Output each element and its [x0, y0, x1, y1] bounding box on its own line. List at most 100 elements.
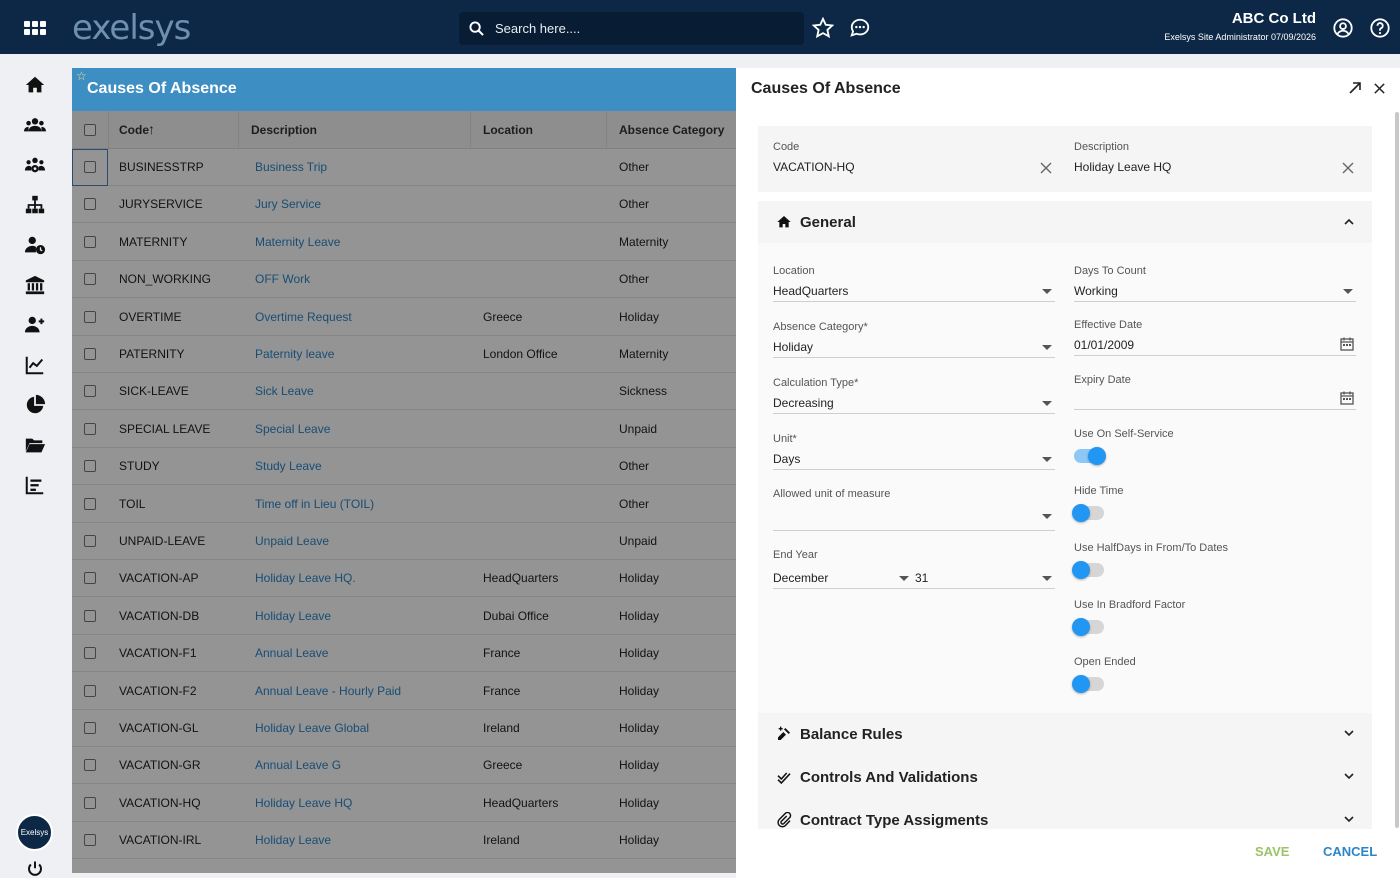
allowed-unit-dropdown-icon[interactable]	[1042, 514, 1052, 519]
row-checkbox[interactable]	[84, 198, 96, 211]
row-checkbox[interactable]	[84, 310, 96, 323]
row-checkbox[interactable]	[84, 535, 96, 547]
end-year-month-dropdown-icon[interactable]	[899, 576, 909, 581]
star-icon[interactable]	[812, 17, 834, 39]
sort-ascending-icon[interactable]: ↑	[148, 121, 155, 137]
chevron-down-icon[interactable]	[1344, 730, 1354, 737]
row-checkbox[interactable]	[84, 348, 96, 360]
help-icon[interactable]	[1369, 17, 1391, 39]
unit-dropdown-icon[interactable]	[1042, 457, 1052, 462]
use-halfdays-toggle[interactable]	[1072, 561, 1104, 579]
cell-description-link[interactable]: Business Trip	[255, 160, 327, 174]
general-section-header[interactable]: General	[758, 201, 1372, 244]
folder-open-icon[interactable]	[24, 434, 46, 456]
cell-description-link[interactable]: Annual Leave	[255, 646, 328, 660]
table-row[interactable]: VACATION-F2 Annual Leave - Hourly Paid Fra…	[72, 673, 736, 710]
row-checkbox[interactable]	[84, 684, 96, 697]
use-bradford-toggle[interactable]	[1072, 618, 1104, 636]
cell-description-link[interactable]: Annual Leave G	[255, 758, 341, 772]
table-row[interactable]: VACATION-F1 Annual Leave France Holiday	[72, 635, 736, 673]
row-checkbox[interactable]	[84, 422, 96, 435]
use-self-service-toggle[interactable]	[1074, 447, 1106, 465]
end-year-day-dropdown-icon[interactable]	[1042, 576, 1052, 581]
end-year-day-select[interactable]: 31	[915, 571, 928, 585]
select-all-checkbox[interactable]	[84, 124, 96, 136]
table-row[interactable]: VACATION-HQ Holiday Leave HQ HeadQuarters H…	[72, 785, 736, 822]
cancel-button[interactable]: CANCEL	[1323, 844, 1377, 859]
table-row[interactable]: PATERNITY Paternity leave London Office Mat…	[72, 336, 736, 373]
calculation-type-dropdown-icon[interactable]	[1042, 401, 1052, 406]
bar-list-icon[interactable]	[24, 474, 46, 496]
user-clock-icon[interactable]	[24, 234, 46, 256]
row-checkbox[interactable]	[84, 385, 96, 398]
logo[interactable]: exelsys	[72, 8, 191, 48]
table-row[interactable]: VACATION-DB Holiday Leave Dubai Office Holi…	[72, 598, 736, 635]
location-select[interactable]: HeadQuarters	[773, 284, 848, 298]
allowed-unit-select[interactable]	[773, 507, 1033, 522]
table-row[interactable]: SPECIAL LEAVE Special Leave Unpaid	[72, 411, 736, 448]
code-field[interactable]: VACATION-HQ	[773, 160, 855, 174]
chevron-down-icon[interactable]	[1344, 816, 1354, 823]
user-add-icon[interactable]	[24, 314, 46, 336]
chevron-up-icon[interactable]	[1344, 218, 1354, 225]
favorite-star-icon[interactable]: ☆	[76, 69, 87, 83]
cell-description-link[interactable]: Holiday Leave HQ	[255, 796, 352, 810]
chevron-down-icon[interactable]	[1344, 773, 1354, 780]
absence-category-select[interactable]: Holiday	[773, 340, 813, 354]
cell-description-link[interactable]: Paternity leave	[255, 347, 334, 361]
location-dropdown-icon[interactable]	[1042, 289, 1052, 294]
people-icon[interactable]	[24, 114, 46, 136]
clear-description-icon[interactable]	[1342, 162, 1354, 174]
cell-description-link[interactable]: Unpaid Leave	[255, 534, 329, 548]
bank-icon[interactable]	[24, 274, 46, 296]
cell-description-link[interactable]: Holiday Leave HQ.	[255, 571, 356, 585]
cell-description-link[interactable]: Holiday Leave	[255, 609, 331, 623]
table-row[interactable]: TOIL Time off in Lieu (TOIL) Other	[72, 486, 736, 523]
cell-description-link[interactable]: Special Leave	[255, 422, 330, 436]
scrollbar[interactable]	[1395, 112, 1399, 828]
cell-description-link[interactable]: Overtime Request	[255, 310, 352, 324]
power-icon[interactable]	[26, 860, 44, 878]
column-header-code[interactable]: Code	[119, 123, 149, 137]
org-chart-icon[interactable]	[24, 194, 46, 216]
effective-date-input[interactable]: 01/01/2009	[1074, 338, 1134, 352]
column-header-location[interactable]: Location	[483, 123, 533, 137]
row-checkbox[interactable]	[84, 273, 96, 286]
open-in-new-icon[interactable]	[1348, 81, 1362, 95]
table-row[interactable]: STUDY Study Leave Other	[72, 448, 736, 486]
open-ended-toggle[interactable]	[1072, 675, 1104, 693]
cell-description-link[interactable]: Annual Leave - Hourly Paid	[255, 684, 401, 698]
apps-grid-icon[interactable]	[24, 21, 46, 35]
clear-code-icon[interactable]	[1040, 162, 1052, 174]
cell-description-link[interactable]: Study Leave	[255, 459, 322, 473]
row-checkbox[interactable]	[84, 759, 96, 772]
row-checkbox[interactable]	[84, 572, 96, 585]
table-row[interactable]: NON_WORKING OFF Work Other	[72, 261, 736, 299]
pie-chart-icon[interactable]	[24, 394, 46, 416]
controls-section-header[interactable]: Controls And Validations	[758, 756, 1372, 799]
search-input[interactable]	[495, 12, 795, 45]
row-checkbox[interactable]	[84, 796, 96, 809]
table-row[interactable]: VACATION-GR Annual Leave G Greece Holiday	[72, 747, 736, 785]
table-row[interactable]: OVERTIME Overtime Request Greece Holiday	[72, 299, 736, 336]
expiry-date-input[interactable]	[1074, 393, 1324, 408]
account-icon[interactable]	[1332, 17, 1354, 39]
chat-icon[interactable]	[849, 17, 871, 39]
table-row[interactable]: VACATION-AP Holiday Leave HQ. HeadQuarters…	[72, 560, 736, 598]
save-button[interactable]: SAVE	[1255, 844, 1289, 859]
close-icon[interactable]	[1373, 82, 1386, 95]
row-checkbox[interactable]	[84, 609, 96, 622]
hide-time-toggle[interactable]	[1072, 504, 1104, 522]
group-settings-icon[interactable]	[24, 154, 46, 176]
cell-description-link[interactable]: OFF Work	[255, 272, 310, 286]
contract-section-header[interactable]: Contract Type Assigments	[758, 799, 1372, 829]
balance-rules-section-header[interactable]: Balance Rules	[758, 713, 1372, 756]
column-header-description[interactable]: Description	[251, 123, 317, 137]
row-checkbox[interactable]	[84, 497, 96, 510]
description-field[interactable]: Holiday Leave HQ	[1074, 160, 1171, 174]
row-checkbox[interactable]	[84, 161, 96, 173]
row-checkbox[interactable]	[84, 235, 96, 248]
search-box[interactable]	[459, 12, 804, 45]
cell-description-link[interactable]: Jury Service	[255, 197, 321, 211]
table-row[interactable]: VACATION-GL Holiday Leave Global Ireland Ho…	[72, 710, 736, 747]
